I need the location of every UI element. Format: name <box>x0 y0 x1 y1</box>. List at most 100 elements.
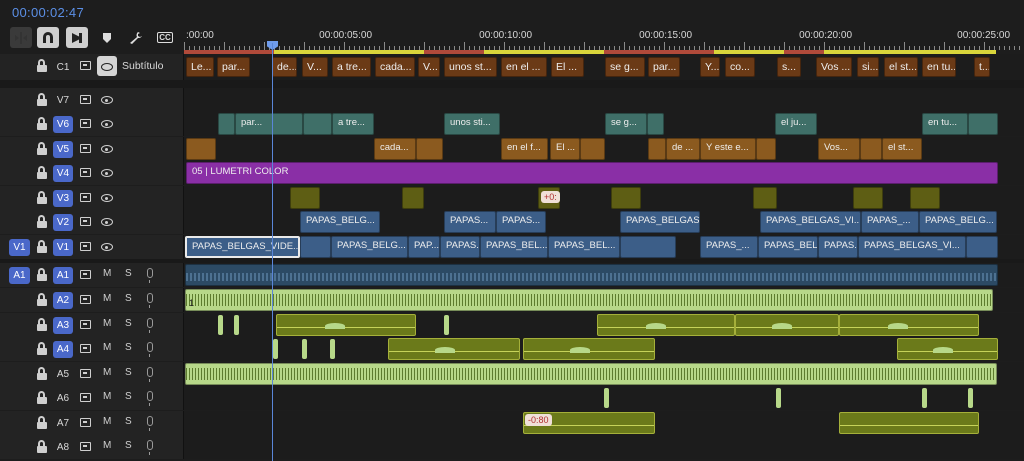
lock-icon[interactable] <box>37 318 47 331</box>
settings-wrench-icon[interactable] <box>125 27 147 48</box>
audio-transition[interactable] <box>234 315 239 335</box>
microphone-icon[interactable] <box>147 440 153 455</box>
v6-clip[interactable]: a tre... <box>332 113 374 135</box>
v5-clip[interactable] <box>580 138 605 160</box>
playhead-line[interactable] <box>272 43 273 461</box>
v1-clip[interactable]: PAP... <box>408 236 440 258</box>
eye-icon[interactable] <box>101 243 113 251</box>
a3-audio-clip[interactable] <box>735 314 839 336</box>
track-target-v6[interactable]: V6 <box>53 116 73 133</box>
lock-icon[interactable] <box>37 240 47 253</box>
solo-button[interactable]: S <box>125 293 132 304</box>
v3-clip[interactable] <box>611 187 641 209</box>
sync-lock-icon[interactable] <box>80 344 91 353</box>
v1-clip[interactable]: PAPAS... <box>818 236 858 258</box>
a3-audio-clip[interactable] <box>839 314 979 336</box>
lock-icon[interactable] <box>37 142 47 155</box>
lock-icon[interactable] <box>37 117 47 130</box>
audio-transition[interactable] <box>444 315 449 335</box>
v2-clip[interactable]: PAPAS_BELG... <box>300 211 380 233</box>
caption-clip[interactable]: unos st... <box>444 57 497 77</box>
v2-clip[interactable]: PAPAS... <box>444 211 496 233</box>
mute-button[interactable]: M <box>103 293 111 304</box>
lane-v2[interactable]: PAPAS_BELG... PAPAS... PAPAS... PAPAS_BELGA… <box>184 210 1024 234</box>
track-target-a6[interactable]: A6 <box>53 390 73 407</box>
solo-button[interactable]: S <box>125 440 132 451</box>
lane-a8[interactable] <box>184 435 1024 459</box>
caption-clip[interactable]: de... <box>272 57 297 77</box>
lock-icon[interactable] <box>37 342 47 355</box>
caption-clip[interactable]: t... <box>974 57 990 77</box>
lock-icon[interactable] <box>37 215 47 228</box>
v1-clip[interactable]: PAPAS_BEL... <box>548 236 620 258</box>
microphone-icon[interactable] <box>147 293 153 308</box>
lock-icon[interactable] <box>37 391 47 404</box>
v5-clip[interactable]: Vos... <box>818 138 860 160</box>
eye-icon[interactable] <box>101 120 113 128</box>
lane-a7[interactable]: -0:80 <box>184 411 1024 435</box>
mute-button[interactable]: M <box>103 318 111 329</box>
lock-icon[interactable] <box>37 191 47 204</box>
mute-button[interactable]: M <box>103 391 111 402</box>
lane-v3[interactable]: +0: <box>184 186 1024 210</box>
track-target-v4[interactable]: V4 <box>53 165 73 182</box>
a4-audio-clip[interactable] <box>523 338 655 360</box>
mute-button[interactable]: M <box>103 367 111 378</box>
a1-audio-clip[interactable] <box>185 264 998 286</box>
track-target-a8[interactable]: A8 <box>53 439 73 456</box>
mute-button[interactable]: M <box>103 268 111 279</box>
lock-icon[interactable] <box>37 440 47 453</box>
solo-button[interactable]: S <box>125 268 132 279</box>
linked-selection-icon[interactable] <box>66 27 88 48</box>
sync-lock-icon[interactable] <box>80 242 91 251</box>
sync-lock-icon[interactable] <box>80 442 91 451</box>
lock-icon[interactable] <box>37 293 47 306</box>
lock-icon[interactable] <box>37 268 47 281</box>
v1-clip[interactable]: PAPAS... <box>440 236 480 258</box>
caption-lane[interactable]: Le... par... de... V... a tre... cada... V... u… <box>184 54 1024 80</box>
v6-clip[interactable]: el ju... <box>775 113 817 135</box>
lane-v4[interactable]: 05 | LUMETRI COLOR <box>184 161 1024 185</box>
microphone-icon[interactable] <box>147 268 153 283</box>
track-target-a4[interactable]: A4 <box>53 341 73 358</box>
a5-audio-clip[interactable] <box>185 363 997 385</box>
a4-audio-clip[interactable] <box>388 338 520 360</box>
caption-clip[interactable]: se g... <box>605 57 645 77</box>
sync-lock-icon[interactable] <box>80 270 91 279</box>
v3-clip[interactable] <box>853 187 883 209</box>
lane-a2[interactable]: 1 <box>184 288 1024 312</box>
v5-clip[interactable] <box>648 138 666 160</box>
solo-button[interactable]: S <box>125 342 132 353</box>
sync-lock-icon[interactable] <box>80 168 91 177</box>
v3-clip[interactable] <box>290 187 320 209</box>
v3-clip[interactable] <box>753 187 777 209</box>
sync-lock-icon[interactable] <box>80 61 91 70</box>
audio-transition[interactable] <box>776 388 781 408</box>
caption-clip[interactable]: Le... <box>186 57 214 77</box>
microphone-icon[interactable] <box>147 416 153 431</box>
caption-clip[interactable]: s... <box>777 57 801 77</box>
v1-clip[interactable]: PAPAS_BELG... <box>331 236 408 258</box>
caption-clip[interactable]: si... <box>857 57 879 77</box>
v1-clip[interactable]: PAPAS_BELGAS_VI... <box>858 236 966 258</box>
solo-button[interactable]: S <box>125 318 132 329</box>
source-patch-v1[interactable]: V1 <box>9 239 30 256</box>
mute-button[interactable]: M <box>103 440 111 451</box>
lock-icon[interactable] <box>37 166 47 179</box>
v1-clip[interactable]: PAPAS_BEL... <box>758 236 818 258</box>
v5-clip[interactable]: El ... <box>550 138 580 160</box>
v5-clip[interactable] <box>186 138 216 160</box>
current-timecode[interactable]: 00:00:02:47 <box>12 5 84 20</box>
v5-clip[interactable]: Y este e... <box>700 138 756 160</box>
a7-audio-clip[interactable] <box>839 412 979 434</box>
track-target-a7[interactable]: A7 <box>53 415 73 432</box>
audio-transition[interactable] <box>922 388 927 408</box>
caption-clip[interactable]: El ... <box>551 57 584 77</box>
audio-transition[interactable] <box>604 388 609 408</box>
microphone-icon[interactable] <box>147 367 153 382</box>
caption-visibility-icon[interactable] <box>97 56 117 76</box>
v6-clip[interactable]: unos sti... <box>444 113 500 135</box>
v2-clip[interactable]: PAPAS_... <box>861 211 919 233</box>
source-patch-a1[interactable]: A1 <box>9 267 30 284</box>
lock-icon[interactable] <box>37 416 47 429</box>
